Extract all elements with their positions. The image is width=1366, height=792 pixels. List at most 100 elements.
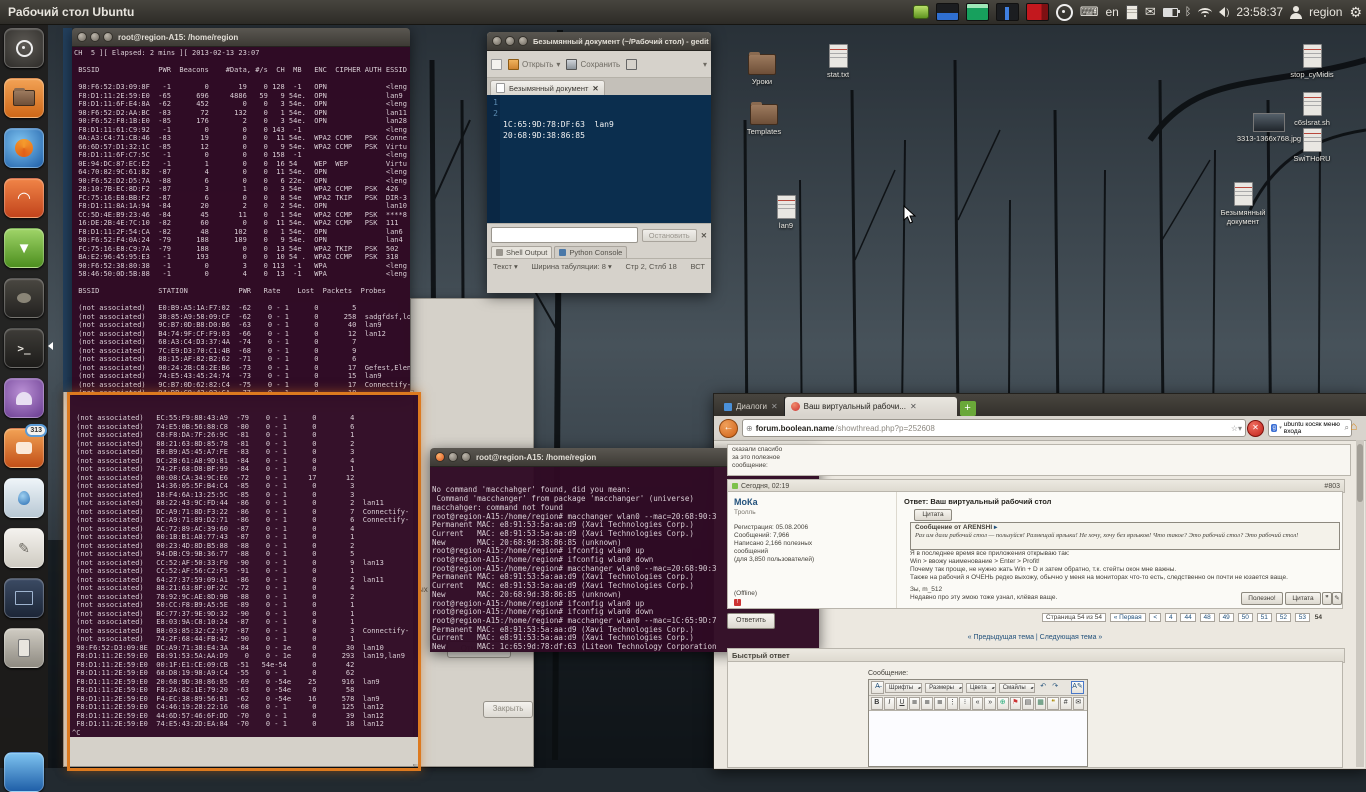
size-select[interactable]: Размеры [925, 683, 963, 693]
minimize-icon[interactable] [90, 32, 100, 42]
shell-command-input[interactable] [491, 227, 638, 243]
firefox-launcher-icon[interactable] [4, 128, 44, 168]
keyboard-layout[interactable]: en [1105, 5, 1118, 19]
new-document-icon[interactable] [491, 59, 502, 70]
ubuntu-one-icon[interactable] [1056, 4, 1073, 21]
window-buttons[interactable] [430, 452, 476, 462]
color-select[interactable]: Цвета [966, 683, 996, 693]
quote-link-icon[interactable]: ▸ [994, 524, 997, 531]
insert-quote-icon[interactable]: ❝ [1047, 697, 1059, 710]
search-magnifier-icon[interactable]: ⌕ [1345, 423, 1349, 433]
session-gear-icon[interactable]: ⚙ [1349, 4, 1362, 21]
notes-indicator-icon[interactable] [1126, 5, 1138, 20]
gedit-launcher-icon[interactable]: ✎ [4, 528, 44, 568]
tab-shell-output[interactable]: Shell Output [491, 246, 552, 258]
document-text[interactable]: 1C:65:9D:78:DF:63 lan920:68:9D:38:86:85 [500, 95, 614, 223]
redo-icon[interactable]: ↷ [1050, 682, 1061, 693]
page-link[interactable]: 53 [1295, 613, 1310, 622]
minimize-icon[interactable] [448, 452, 458, 462]
attach-file-icon[interactable]: ▤ [1022, 697, 1034, 710]
close-tab-icon[interactable]: ✕ [592, 84, 598, 93]
quick-reply-icon[interactable]: ✎ [1332, 592, 1342, 605]
desktop-icon-folder[interactable]: Уроки [736, 54, 788, 86]
memory-graph-indicator[interactable] [966, 3, 989, 21]
window-titlebar[interactable]: Безымянный документ (~/Рабочий стол) - g… [487, 32, 711, 51]
battery-icon[interactable] [1163, 8, 1178, 17]
align-left-icon[interactable]: ≣ [909, 697, 921, 710]
new-tab-button[interactable]: + [960, 401, 976, 416]
search-bar[interactable]: g ▾ ubuntu косяк меню входа ⌕ [1268, 419, 1352, 437]
page-link[interactable]: < [1149, 613, 1161, 622]
insert-image-icon[interactable]: ▦ [1035, 697, 1047, 710]
page-link[interactable]: 52 [1276, 613, 1291, 622]
gedit-text-area[interactable]: 12 1C:65:9D:78:DF:63 lan920:68:9D:38:86:… [487, 95, 711, 223]
post-author-link[interactable]: МоКа [734, 497, 758, 507]
close-icon[interactable] [435, 452, 445, 462]
unordered-list-icon[interactable]: ⁝ [959, 697, 971, 710]
page-link[interactable]: « Первая [1110, 613, 1146, 622]
close-icon[interactable] [77, 32, 87, 42]
dropbox-indicator-icon[interactable] [913, 5, 929, 19]
remove-format-icon[interactable]: A̶ [871, 681, 884, 694]
prev-next-links[interactable]: « Предыдущая тема | Следующая тема » [727, 634, 1343, 641]
search-input[interactable]: ubuntu косяк меню входа [1284, 421, 1343, 435]
home-icon[interactable]: ⌂ [1350, 419, 1357, 433]
wifi-icon[interactable] [1198, 7, 1212, 17]
software-center-launcher-icon[interactable]: ◠ [4, 178, 44, 218]
open-button[interactable]: Открыть▾ [508, 59, 560, 70]
close-icon[interactable] [492, 36, 502, 46]
terminal-window-focused[interactable]: (not associated) EC:55:F9:88:43:A9 -79 0… [67, 392, 421, 771]
smilies-select[interactable]: Смайлы [999, 683, 1035, 693]
partial-launcher-icon[interactable] [4, 752, 44, 792]
torrent-launcher-icon[interactable] [4, 478, 44, 518]
tab-python-console[interactable]: Python Console [554, 246, 627, 258]
page-link[interactable]: 4 [1165, 613, 1177, 622]
message-textarea[interactable] [869, 711, 1087, 766]
window-titlebar[interactable]: root@region-A15: /home/region [72, 28, 410, 47]
chevron-down-icon[interactable]: ▾ [556, 60, 560, 69]
maximize-icon[interactable] [103, 32, 113, 42]
undo-icon[interactable]: ↶ [1038, 682, 1049, 693]
page-link[interactable]: 48 [1200, 613, 1215, 622]
italic-icon[interactable]: I [884, 697, 896, 710]
quote-top-button[interactable]: Цитата [914, 509, 952, 521]
workspace-launcher-icon[interactable] [4, 578, 44, 618]
close-panel-icon[interactable]: ✕ [701, 231, 707, 240]
multiquote-icon[interactable]: ❞ [1322, 592, 1332, 605]
language-mode[interactable]: Текст ▾ [493, 262, 518, 271]
url-bar[interactable]: ⊕ forum.boolean.name/showthread.php?p=25… [742, 419, 1246, 437]
toolbar-overflow-icon[interactable]: ▾ [703, 60, 707, 69]
remove-link-icon[interactable]: ⚑ [1010, 697, 1022, 710]
google-icon[interactable]: g [1271, 424, 1277, 432]
user-icon[interactable] [1290, 6, 1302, 19]
outdent-icon[interactable]: « [972, 697, 984, 710]
usb-drive-launcher-icon[interactable] [4, 628, 44, 668]
window-buttons[interactable] [487, 36, 533, 46]
files-launcher-icon[interactable] [4, 78, 44, 118]
useful-button[interactable]: Полезно! [1241, 592, 1283, 605]
desktop-icon-image[interactable]: 3313-1366x768.jpg [1230, 113, 1308, 143]
terminal-window-airodump[interactable]: root@region-A15: /home/region CH 5 ][ El… [72, 28, 410, 395]
save-button[interactable]: Сохранить [566, 59, 620, 70]
reply-button[interactable]: Ответить [727, 613, 775, 629]
desktop-icon-file[interactable]: Безымянный документ [1212, 182, 1274, 226]
print-icon[interactable] [626, 59, 637, 70]
scrollbar-track[interactable] [1356, 440, 1364, 767]
maximize-icon[interactable] [518, 36, 528, 46]
desktop-icon-script[interactable]: stop_cyMidis [1282, 44, 1342, 79]
page-link[interactable]: 51 [1257, 613, 1272, 622]
close-button[interactable]: Закрыть [483, 701, 533, 718]
xchat-launcher-icon[interactable] [4, 378, 44, 418]
maximize-icon[interactable] [461, 452, 471, 462]
network-graph-indicator[interactable] [936, 3, 959, 21]
keyboard-icon[interactable]: ⌨ [1080, 4, 1099, 20]
font-select[interactable]: Шрифты [885, 683, 922, 693]
gedit-window[interactable]: Безымянный документ (~/Рабочий стол) - g… [487, 32, 711, 293]
messages-envelope-icon[interactable]: ✉ [1145, 4, 1156, 20]
page-link[interactable]: 44 [1180, 613, 1195, 622]
volume-icon[interactable]: ) [1219, 7, 1229, 17]
bluetooth-icon[interactable]: ᛒ [1185, 6, 1192, 18]
quote-button[interactable]: Цитата [1285, 592, 1321, 605]
site-identity-icon[interactable]: ⊕ [746, 424, 753, 433]
username[interactable]: region [1309, 5, 1342, 19]
